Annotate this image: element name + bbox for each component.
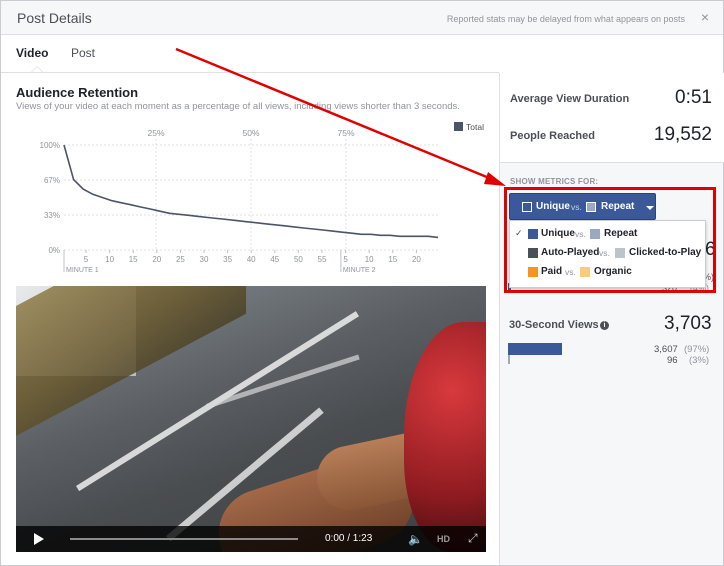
fullscreen-icon[interactable]: ⤢ [468, 531, 478, 546]
chart-legend: Total [454, 122, 484, 132]
video-frame-grass [16, 286, 246, 436]
active-tab-caret [31, 66, 43, 72]
annotation-highlight-box [504, 187, 716, 293]
unique-views-bar [508, 343, 562, 355]
x-tick-label: 25 [176, 255, 185, 264]
dialog-title: Post Details [17, 10, 92, 26]
unique-views-count: 3,607 [654, 344, 678, 355]
people-reached-label: People Reached [510, 130, 595, 142]
x-tick-label: 10 [105, 255, 114, 264]
hd-toggle[interactable]: HD [437, 534, 450, 544]
volume-icon[interactable]: 🔈 [408, 532, 423, 546]
tab-post[interactable]: Post [71, 46, 95, 60]
minute-label: MINUTE 1 [66, 267, 99, 274]
y-tick-label: 33% [44, 211, 60, 220]
y-tick-label: 0% [48, 246, 60, 255]
quartile-label: 75% [337, 128, 354, 138]
x-tick-label: 15 [129, 255, 138, 264]
x-tick-label: 35 [223, 255, 232, 264]
thirty-second-views-label: 30-Second Views [509, 319, 599, 331]
x-tick-label: 5 [84, 255, 89, 264]
x-tick-label: 30 [200, 255, 209, 264]
x-tick-label: 20 [412, 255, 421, 264]
x-tick-label: 55 [318, 255, 327, 264]
quartile-label: 50% [242, 128, 259, 138]
x-tick-label: 10 [365, 255, 374, 264]
retention-subtitle: Views of your video at each moment as a … [16, 101, 460, 112]
x-tick-label: 45 [270, 255, 279, 264]
y-tick-label: 100% [40, 141, 60, 150]
video-controls: 0:00 / 1:23 🔈 HD ⤢ [16, 526, 486, 552]
x-tick-label: 5 [343, 255, 348, 264]
avg-view-duration-value: 0:51 [675, 87, 712, 108]
video-time: 0:00 / 1:23 [325, 533, 373, 544]
video-frame-rider [404, 322, 486, 552]
stats-delay-note: Reported stats may be delayed from what … [446, 14, 685, 24]
quartile-label: 25% [147, 128, 164, 138]
x-tick-label: 20 [152, 255, 161, 264]
retention-chart: 100% 67% 33% 0% 25% 50% 75% 5 10 15 20 25 30 35 40 45 50… [40, 128, 439, 274]
legend-swatch [454, 122, 463, 131]
show-metrics-label: SHOW METRICS FOR: [510, 177, 599, 186]
x-tick-label: 15 [388, 255, 397, 264]
tab-video[interactable]: Video [16, 46, 48, 60]
repeat-views-pct: (3%) [689, 355, 710, 366]
video-progress-track[interactable] [70, 538, 298, 540]
retention-title: Audience Retention [16, 85, 139, 100]
minute-label: MINUTE 2 [343, 267, 376, 274]
repeat-views-count: 96 [667, 355, 678, 366]
video-player[interactable]: 0:00 / 1:23 🔈 HD ⤢ [16, 286, 486, 552]
summary-metrics: Average View Duration 0:51 People Reache… [500, 73, 724, 163]
y-tick-label: 67% [44, 176, 60, 185]
info-icon[interactable]: i [600, 321, 609, 330]
tab-bar: Video Post [1, 35, 499, 73]
x-tick-label: 50 [294, 255, 303, 264]
unique-views-pct: (97%) [684, 344, 710, 355]
thirty-second-views-value: 3,703 [664, 313, 712, 334]
close-icon[interactable]: × [701, 9, 709, 25]
x-tick-label: 40 [247, 255, 256, 264]
legend-label: Total [466, 122, 484, 132]
people-reached-value: 19,552 [653, 124, 712, 145]
dialog-header: Post Details Reported stats may be delay… [1, 1, 723, 35]
repeat-views-bar [508, 355, 510, 364]
play-icon[interactable] [34, 533, 44, 545]
avg-view-duration-label: Average View Duration [510, 93, 630, 105]
